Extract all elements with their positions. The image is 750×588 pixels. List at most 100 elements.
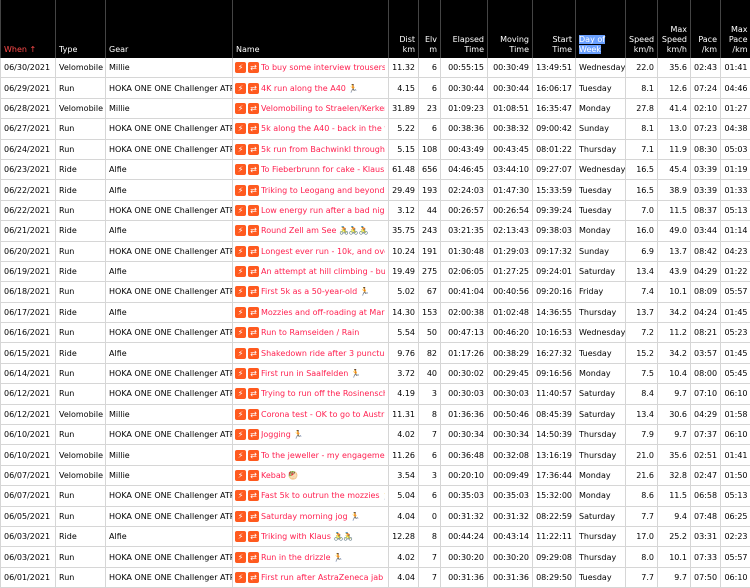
col-type[interactable]: Type [56,0,106,58]
activity-name-link[interactable]: To the jeweller - my engagement [261,451,385,460]
activity-name-link[interactable]: 4K run along the A40 🏃 [261,84,358,93]
activity-name-link[interactable]: To buy some interview trousers 🚴 [261,63,385,72]
col-gear[interactable]: Gear [106,0,233,58]
activity-name-link[interactable]: Trying to run off the Rosinenschr [261,389,385,398]
swap-icon[interactable]: ⇄ [248,83,259,94]
activity-name-link[interactable]: Saturday morning jog 🏃 [261,512,360,521]
col-dist[interactable]: Dist km [389,0,419,58]
col-start[interactable]: Start Time [533,0,576,58]
cell-start: 14:50:39 [533,425,576,445]
col-moving[interactable]: Moving Time [488,0,533,58]
strava-icon[interactable]: ⚡ [235,205,246,216]
activity-name-link[interactable]: An attempt at hill climbing - but [261,267,385,276]
swap-icon[interactable]: ⇄ [248,470,259,481]
strava-icon[interactable]: ⚡ [235,368,246,379]
col-when[interactable]: When ↑ [1,0,56,58]
swap-icon[interactable]: ⇄ [248,572,259,583]
strava-icon[interactable]: ⚡ [235,185,246,196]
activity-name-link[interactable]: Corona test - OK to go to Austria [261,410,385,419]
activity-name-link[interactable]: Triking with Klaus 🚴🚴 [261,532,353,541]
strava-icon[interactable]: ⚡ [235,552,246,563]
strava-icon[interactable]: ⚡ [235,164,246,175]
swap-icon[interactable]: ⇄ [248,266,259,277]
strava-icon[interactable]: ⚡ [235,388,246,399]
swap-icon[interactable]: ⇄ [248,62,259,73]
swap-icon[interactable]: ⇄ [248,429,259,440]
col-maxpace[interactable]: Max Pace /km [721,0,750,58]
col-maxspeed[interactable]: Max Speed km/h [658,0,691,58]
activity-name-link[interactable]: 5k run from Bachwinkl through th [261,145,385,154]
strava-icon[interactable]: ⚡ [235,286,246,297]
cell-elapsed: 00:31:36 [441,567,488,587]
activity-name-link[interactable]: Jogging 🏃 [261,430,303,439]
swap-icon[interactable]: ⇄ [248,368,259,379]
table-row: 06/12/2021VelomobileMillie⚡⇄Corona test … [1,404,750,424]
activity-name-link[interactable]: Round Zell am See 🚴🚴🚴 [261,226,369,235]
col-day[interactable]: Day of Week [576,0,626,58]
strava-icon[interactable]: ⚡ [235,266,246,277]
strava-icon[interactable]: ⚡ [235,450,246,461]
swap-icon[interactable]: ⇄ [248,531,259,542]
activity-name-link[interactable]: First run after AstraZeneca jab 🏃 [261,573,385,582]
cell-moving: 00:26:54 [488,200,533,220]
activity-name-link[interactable]: Mozzies and off-roading at Maria [261,308,385,317]
strava-icon[interactable]: ⚡ [235,307,246,318]
activity-name-link[interactable]: First run in Saalfelden 🏃 [261,369,361,378]
strava-icon[interactable]: ⚡ [235,348,246,359]
swap-icon[interactable]: ⇄ [248,225,259,236]
swap-icon[interactable]: ⇄ [248,286,259,297]
activity-name-link[interactable]: Shakedown ride after 3 puncture [261,349,385,358]
strava-icon[interactable]: ⚡ [235,83,246,94]
swap-icon[interactable]: ⇄ [248,103,259,114]
swap-icon[interactable]: ⇄ [248,388,259,399]
swap-icon[interactable]: ⇄ [248,205,259,216]
swap-icon[interactable]: ⇄ [248,490,259,501]
strava-icon[interactable]: ⚡ [235,572,246,583]
strava-icon[interactable]: ⚡ [235,531,246,542]
col-elapsed[interactable]: Elapsed Time [441,0,488,58]
swap-icon[interactable]: ⇄ [248,123,259,134]
strava-icon[interactable]: ⚡ [235,470,246,481]
activity-name-link[interactable]: Kebab 🥙 [261,471,298,480]
cell-maxspeed: 38.9 [658,180,691,200]
activity-name-link[interactable]: Fast 5k to outrun the mozzies 🏃 [261,491,385,500]
swap-icon[interactable]: ⇄ [248,511,259,522]
strava-icon[interactable]: ⚡ [235,409,246,420]
activity-name-link[interactable]: To Fieberbrunn for cake - Klaus's [261,165,385,174]
strava-icon[interactable]: ⚡ [235,327,246,338]
col-name[interactable]: Name [233,0,389,58]
cell-elv: 6 [419,58,441,78]
cell-day: Thursday [576,425,626,445]
activity-name-link[interactable]: Velomobiling to Straelen/Kerken [261,104,385,113]
cell-speed: 16.5 [626,159,658,179]
swap-icon[interactable]: ⇄ [248,348,259,359]
activity-name-link[interactable]: First 5k as a 50-year-old 🏃 [261,287,370,296]
strava-icon[interactable]: ⚡ [235,144,246,155]
swap-icon[interactable]: ⇄ [248,144,259,155]
strava-icon[interactable]: ⚡ [235,103,246,114]
swap-icon[interactable]: ⇄ [248,327,259,338]
strava-icon[interactable]: ⚡ [235,429,246,440]
strava-icon[interactable]: ⚡ [235,225,246,236]
strava-icon[interactable]: ⚡ [235,490,246,501]
strava-icon[interactable]: ⚡ [235,511,246,522]
strava-icon[interactable]: ⚡ [235,62,246,73]
swap-icon[interactable]: ⇄ [248,185,259,196]
activity-name-link[interactable]: Run to Ramseiden / Rain [261,328,359,337]
swap-icon[interactable]: ⇄ [248,409,259,420]
swap-icon[interactable]: ⇄ [248,164,259,175]
swap-icon[interactable]: ⇄ [248,552,259,563]
strava-icon[interactable]: ⚡ [235,246,246,257]
col-pace[interactable]: Pace /km [691,0,721,58]
col-elv[interactable]: Elv m [419,0,441,58]
activity-name-link[interactable]: Triking to Leogang and beyond 🚴 [261,186,385,195]
col-speed[interactable]: Speed km/h [626,0,658,58]
activity-name-link[interactable]: 5k along the A40 - back in the fla [261,124,385,133]
swap-icon[interactable]: ⇄ [248,450,259,461]
activity-name-link[interactable]: Longest ever run - 10k, and over [261,247,385,256]
swap-icon[interactable]: ⇄ [248,307,259,318]
activity-name-link[interactable]: Low energy run after a bad night [261,206,385,215]
swap-icon[interactable]: ⇄ [248,246,259,257]
activity-name-link[interactable]: Run in the drizzle 🏃 [261,553,343,562]
strava-icon[interactable]: ⚡ [235,123,246,134]
